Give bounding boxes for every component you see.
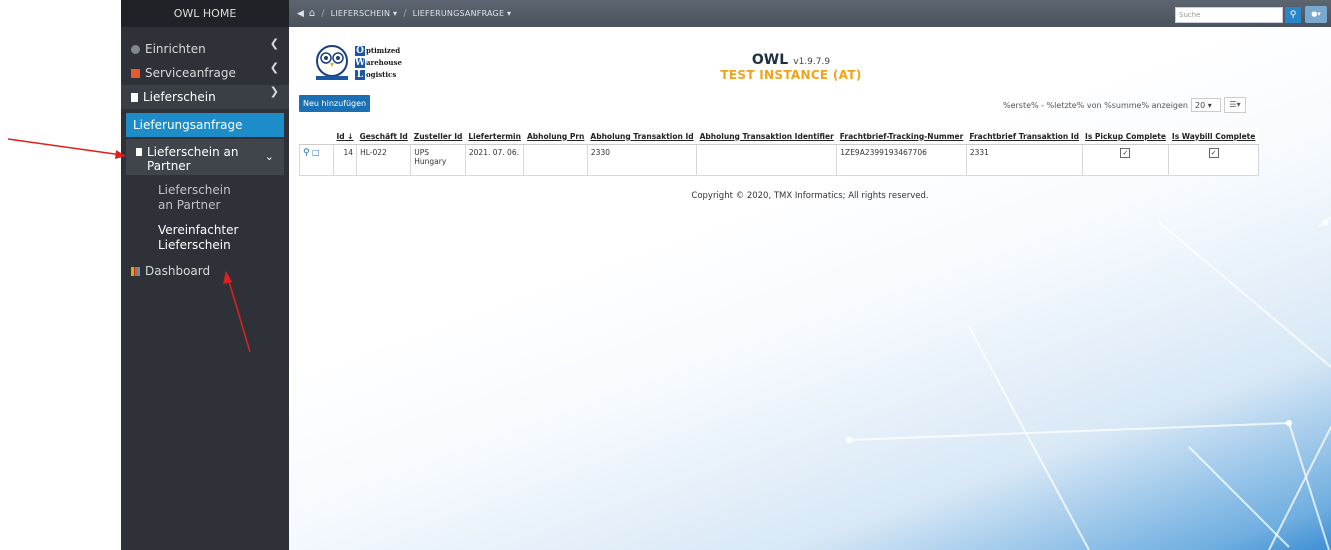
annotation-arrow-left [7, 138, 126, 159]
annotation-arrows [7, 138, 251, 353]
annotation-arrow-up [223, 271, 251, 353]
